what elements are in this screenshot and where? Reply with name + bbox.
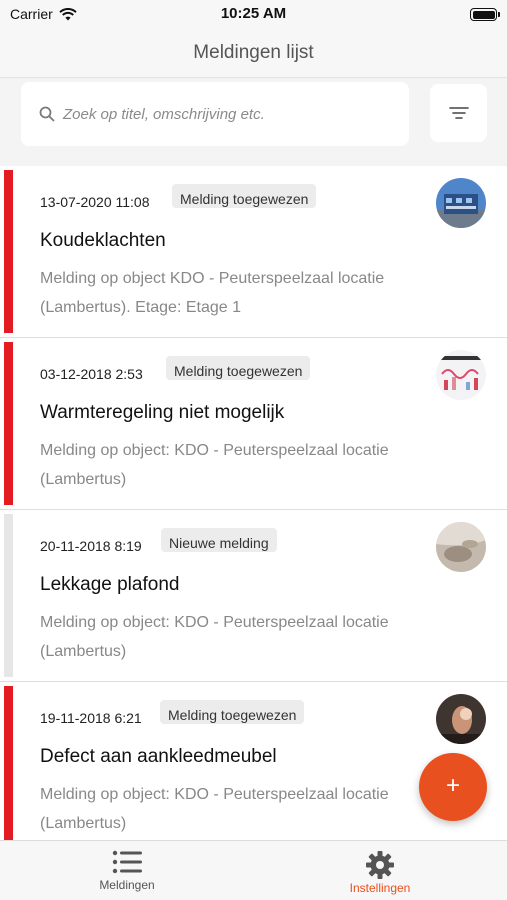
report-thumbnail[interactable]	[436, 178, 486, 228]
filter-button[interactable]	[430, 84, 487, 142]
status-badge: Melding toegewezen	[172, 184, 317, 208]
report-list: 13-07-2020 11:08 Melding toegewezen Koud…	[0, 166, 507, 840]
tab-bar: Meldingen Instellingen	[0, 840, 507, 900]
report-card[interactable]: 20-11-2018 8:19 Nieuwe melding Lekkage p…	[0, 510, 507, 682]
status-stripe	[4, 170, 13, 333]
thermostat-photo-icon	[436, 350, 486, 400]
status-stripe	[4, 342, 13, 505]
search-icon	[39, 106, 55, 122]
status-badge: Melding toegewezen	[166, 356, 311, 380]
tab-instellingen[interactable]: Instellingen	[253, 841, 507, 900]
page-title: Meldingen lijst	[193, 42, 314, 63]
report-title: Defect aan aankleedmeubel	[40, 746, 277, 767]
report-date: 19-11-2018 6:21	[40, 710, 142, 726]
report-title: Lekkage plafond	[40, 574, 180, 595]
report-title: Warmteregeling niet mogelijk	[40, 402, 285, 423]
search-input[interactable]: Zoek op titel, omschrijving etc.	[21, 82, 409, 146]
navigation-bar: Meldingen lijst	[0, 30, 507, 78]
filter-icon	[448, 107, 469, 119]
gear-icon	[366, 851, 394, 879]
status-time: 10:25 AM	[220, 5, 287, 22]
status-stripe	[4, 686, 13, 840]
report-description: Melding op object: KDO - Peuterspeelzaal…	[40, 614, 389, 660]
building-photo-icon	[436, 178, 486, 228]
report-date: 20-11-2018 8:19	[40, 538, 142, 554]
report-card[interactable]: 03-12-2018 2:53 Melding toegewezen Warmt…	[0, 338, 507, 510]
plus-icon: +	[445, 772, 460, 799]
report-thumbnail[interactable]	[436, 694, 486, 744]
ceiling-leak-photo-icon	[436, 522, 486, 572]
status-badge: Nieuwe melding	[161, 528, 277, 552]
battery-icon	[470, 8, 500, 21]
report-card[interactable]: 13-07-2020 11:08 Melding toegewezen Koud…	[0, 166, 507, 338]
tab-label-instellingen: Instellingen	[349, 881, 411, 895]
furniture-photo-icon	[436, 694, 486, 744]
report-description: Melding op object: KDO - Peuterspeelzaal…	[40, 442, 389, 488]
report-title: Koudeklachten	[40, 230, 166, 251]
report-description: Melding op object KDO - Peuterspeelzaal …	[40, 270, 385, 316]
status-stripe	[4, 514, 13, 677]
status-badge: Melding toegewezen	[160, 700, 305, 724]
search-placeholder: Zoek op titel, omschrijving etc.	[63, 105, 265, 123]
report-date: 13-07-2020 11:08	[40, 194, 150, 210]
add-report-button[interactable]: +	[419, 753, 487, 821]
report-date: 03-12-2018 2:53	[40, 366, 143, 382]
status-bar: Carrier 10:25 AM	[0, 0, 507, 30]
tab-meldingen[interactable]: Meldingen	[0, 841, 254, 900]
report-thumbnail[interactable]	[436, 350, 486, 400]
report-thumbnail[interactable]	[436, 522, 486, 572]
report-description: Melding op object: KDO - Peuterspeelzaal…	[40, 786, 389, 832]
list-icon	[112, 850, 142, 874]
tab-label-meldingen: Meldingen	[99, 878, 155, 892]
